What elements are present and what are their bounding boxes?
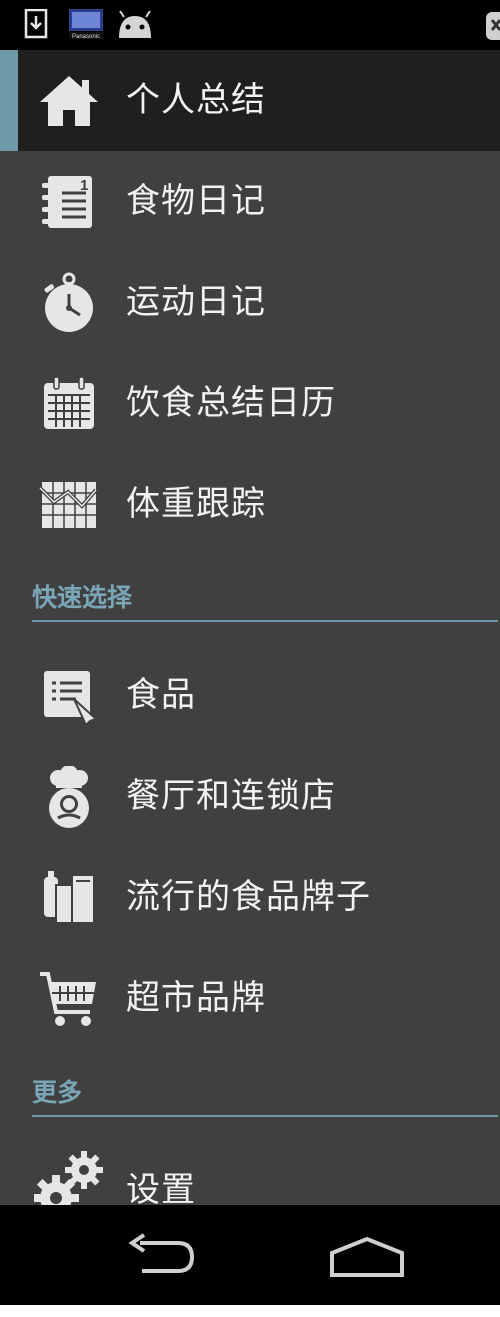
svg-text:Panasonic: Panasonic bbox=[72, 34, 100, 40]
section-more: 更多 bbox=[32, 1075, 498, 1117]
weight-chart-icon bbox=[38, 474, 100, 536]
section-title: 更多 bbox=[32, 1078, 83, 1107]
food-list-icon bbox=[38, 665, 100, 727]
menu-item-label: 饮食总结日历 bbox=[126, 383, 336, 423]
menu-item-label: 运动日记 bbox=[126, 282, 266, 322]
menu-item-label: 体重跟踪 bbox=[126, 484, 266, 524]
active-indicator bbox=[0, 50, 18, 151]
menu-item-restaurants[interactable]: 餐厅和连锁店 bbox=[0, 746, 500, 847]
menu-item-label: 食品 bbox=[126, 675, 196, 715]
android-icon bbox=[116, 10, 154, 40]
menu-item-food-diary[interactable]: 1 食物日记 bbox=[0, 151, 500, 252]
menu-item-personal-summary[interactable]: 个人总结 bbox=[0, 50, 500, 151]
stopwatch-icon bbox=[38, 272, 100, 334]
menu-item-label: 超市品牌 bbox=[126, 978, 266, 1018]
menu-item-label: 餐厅和连锁店 bbox=[126, 776, 336, 816]
menu-item-label: 食物日记 bbox=[126, 181, 266, 221]
navigation-drawer: 个人总结 1 食物日记 运动日记 饮食总结日历 体重跟踪 快速选择 食品 餐厅和… bbox=[0, 50, 500, 1220]
panasonic-icon: Panasonic bbox=[68, 8, 104, 40]
navigation-bar bbox=[0, 1205, 500, 1305]
close-icon[interactable] bbox=[486, 12, 500, 40]
calendar-icon bbox=[38, 373, 100, 435]
menu-item-label: 流行的食品牌子 bbox=[126, 877, 371, 917]
menu-item-diet-calendar[interactable]: 饮食总结日历 bbox=[0, 353, 500, 454]
chef-icon bbox=[38, 766, 100, 828]
menu-item-label: 个人总结 bbox=[126, 80, 266, 120]
download-icon bbox=[24, 9, 48, 39]
menu-item-weight-tracking[interactable]: 体重跟踪 bbox=[0, 454, 500, 555]
section-quick-select: 快速选择 bbox=[32, 580, 498, 622]
phone-screen: Panasonic 个人总结 1 食物日记 运动日记 饮食总结日历 体重跟踪 快… bbox=[0, 0, 500, 1305]
shopping-cart-icon bbox=[38, 968, 100, 1030]
menu-item-exercise-diary[interactable]: 运动日记 bbox=[0, 252, 500, 353]
menu-item-supermarket-brands[interactable]: 超市品牌 bbox=[0, 948, 500, 1049]
menu-item-popular-brands[interactable]: 流行的食品牌子 bbox=[0, 847, 500, 948]
menu-item-foods[interactable]: 食品 bbox=[0, 645, 500, 746]
back-icon[interactable] bbox=[126, 1233, 198, 1277]
notebook-icon: 1 bbox=[38, 171, 100, 233]
status-bar: Panasonic bbox=[0, 0, 500, 50]
section-title: 快速选择 bbox=[32, 583, 133, 612]
svg-text:1: 1 bbox=[80, 177, 88, 194]
home-outline-icon[interactable] bbox=[328, 1235, 406, 1279]
grocery-bag-icon bbox=[38, 867, 100, 929]
home-icon bbox=[38, 70, 100, 132]
